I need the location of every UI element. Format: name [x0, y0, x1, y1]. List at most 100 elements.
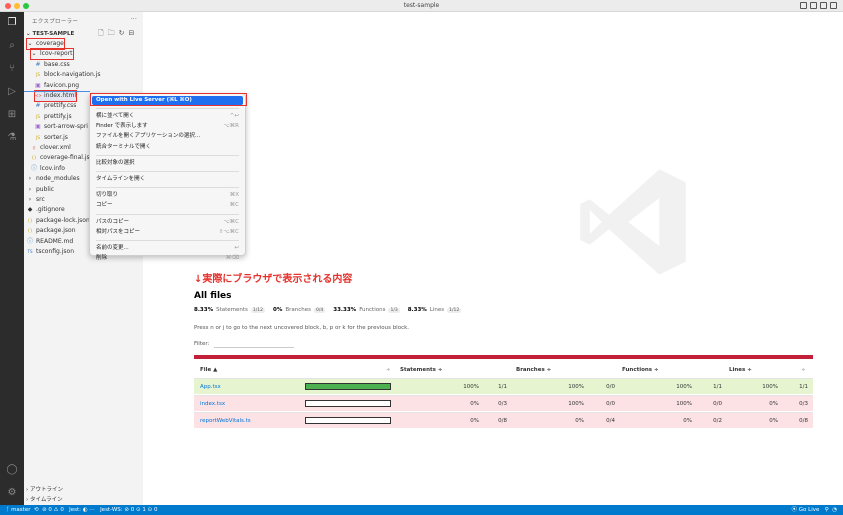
tree-item[interactable]: ▣ sort-arrow-spri [35, 122, 88, 132]
tree-item[interactable]: ⓘ lcov.info [31, 164, 65, 174]
collapse-all-icon[interactable]: ⊟ [129, 29, 135, 40]
problems-status[interactable]: ⊘ 0 ⚠ 0 [42, 507, 64, 513]
vscode-watermark-icon [580, 169, 686, 275]
more-actions-icon[interactable]: ··· [130, 15, 137, 23]
folder-icon: › [28, 175, 32, 183]
filter-input[interactable] [214, 347, 294, 348]
tree-item[interactable]: # base.css [35, 60, 69, 70]
img-icon: ▣ [35, 81, 41, 89]
menu-item[interactable]: 横に並べて開く ^↩ [96, 112, 239, 121]
run-debug-icon[interactable]: ▷ [6, 86, 18, 98]
menu-item-shortcut: ⇧⌥⌘C [218, 228, 239, 235]
toggle-panel-icon[interactable] [810, 2, 817, 9]
tree-item[interactable]: ⌄ coverage [26, 38, 65, 50]
timeline-section[interactable]: › タイムライン [26, 495, 63, 503]
col-functions[interactable]: Functions ÷ [622, 364, 659, 376]
menu-item-shortcut: ⌘⌫ [225, 255, 239, 262]
search-icon[interactable]: ⌕ [6, 40, 18, 52]
tree-item-label: src [36, 196, 45, 203]
sync-icon[interactable]: ⟲ [34, 507, 39, 513]
menu-item[interactable]: 相対パスをコピー ⇧⌥⌘C [96, 228, 239, 237]
tree-item[interactable]: ⌄ lcov-report [30, 48, 74, 61]
menu-item-shortcut: ↩ [234, 245, 239, 251]
menu-separator [96, 240, 239, 241]
col-lines-frac-sort[interactable]: ÷ [801, 364, 806, 376]
menu-item-label: 名前の変更... [96, 245, 129, 251]
menu-item[interactable]: 比較対象の選択 [96, 159, 239, 168]
new-file-icon[interactable]: 🗋 [98, 29, 104, 40]
col-coverage-sort[interactable]: ÷ [386, 364, 391, 376]
go-live-button[interactable]: ⦿ Go Live [792, 507, 820, 513]
new-folder-icon[interactable]: 🗀 [108, 29, 115, 40]
css-icon: # [35, 102, 41, 110]
menu-item[interactable]: 統合ターミナルで開く [96, 143, 239, 152]
menu-item-label: コピー [96, 202, 113, 209]
jest-ws-status[interactable]: Jest-WS: ⊘ 0 ⊙ 1 ⊙ 0 [100, 507, 157, 513]
explorer-icon[interactable]: ❐ [6, 17, 18, 29]
col-branches[interactable]: Branches ÷ [516, 364, 551, 376]
coverage-report: All files 8.33% Statements 1/12 0% Branches 0… [190, 285, 813, 437]
col-statements[interactable]: Statements ÷ [400, 364, 442, 376]
toggle-secondary-sidebar-icon[interactable] [820, 2, 827, 9]
file-link[interactable]: reportWebVitals.ts [200, 413, 251, 429]
menu-item[interactable]: タイムラインを開く [96, 175, 239, 184]
tree-item[interactable]: {} package-lock.json [27, 216, 89, 226]
tree-item[interactable]: JS block-navigation.js [35, 70, 100, 80]
menu-item[interactable]: 名前の変更... ↩ [96, 244, 239, 253]
menu-item[interactable]: Finder で表示します ⌥⌘R [96, 122, 239, 131]
col-file[interactable]: File ▲ [200, 364, 217, 376]
accounts-icon[interactable]: ◯ [6, 464, 18, 476]
stat-fraction: 1/3 [388, 308, 400, 313]
toggle-sidebar-icon[interactable] [800, 2, 807, 9]
menu-item[interactable]: パスのコピー ⌥⌘C [96, 218, 239, 227]
cell-ln-frac: 0/8 [799, 418, 808, 424]
notifications-bell-icon[interactable]: ◔ [832, 507, 837, 513]
tree-item[interactable]: › src [27, 195, 45, 205]
tree-item[interactable]: {} package.json [27, 226, 75, 236]
project-root[interactable]: ⌄ TEST-SAMPLE [26, 31, 74, 37]
jest-status[interactable]: Jest: ◐ ⋯ [69, 507, 95, 513]
tree-item[interactable]: › public [27, 185, 54, 195]
coverage-bar [305, 400, 391, 407]
tree-item[interactable]: JS sorter.js [35, 133, 68, 143]
extensions-icon[interactable]: ⊞ [6, 109, 18, 121]
tree-item-label: sort-arrow-spri [44, 123, 88, 131]
testing-icon[interactable]: ⚗ [6, 132, 18, 144]
tree-item[interactable]: JS prettify.js [35, 112, 71, 122]
tree-item[interactable]: TS tsconfig.json [27, 247, 75, 257]
menu-item-label: 削除 [96, 255, 108, 262]
source-control-icon[interactable]: ⑂ [6, 63, 18, 75]
filter-label: Filter: [194, 341, 210, 347]
menu-item[interactable]: コピー ⌘C [96, 201, 239, 210]
menu-item[interactable]: 削除 ⌘⌫ [96, 254, 239, 263]
tree-item-label: .gitignore [36, 206, 65, 214]
cell-br-frac: 0/0 [606, 384, 615, 390]
cell-ln-frac: 1/1 [799, 384, 808, 390]
menu-item[interactable]: ファイルを開くアプリケーションの選択... [96, 132, 239, 141]
tree-item[interactable]: <> index.html [34, 90, 77, 102]
tree-item[interactable]: # prettify.css [35, 101, 76, 111]
tree-item[interactable]: ◆ .gitignore [27, 205, 65, 215]
refresh-icon[interactable]: ↻ [119, 29, 125, 40]
tree-item-label: coverage-final.js [40, 154, 90, 162]
tree-item[interactable]: {} coverage-final.js [31, 153, 90, 163]
settings-gear-icon[interactable]: ⚙ [6, 487, 18, 499]
col-lines[interactable]: Lines ÷ [729, 364, 752, 376]
git-branch[interactable]: master [11, 507, 30, 513]
menu-item-shortcut: ⌥⌘R [223, 123, 239, 130]
feedback-icon[interactable]: ⚲ [825, 507, 829, 513]
file-link[interactable]: App.tsx [200, 379, 221, 395]
file-link[interactable]: index.tsx [200, 396, 225, 412]
stat-name: Branches [285, 307, 312, 313]
menu-item[interactable]: 切り取り ⌘X [96, 191, 239, 200]
menu-item-label: パスのコピー [96, 218, 130, 225]
cell-ln-pct: 0% [769, 401, 778, 407]
tree-item[interactable]: ⟨⟩ clover.xml [31, 143, 70, 153]
coverage-bar [305, 383, 391, 390]
customize-layout-icon[interactable] [830, 2, 837, 9]
cell-ln-frac: 0/3 [799, 401, 808, 407]
outline-section[interactable]: › アウトライン [26, 485, 63, 493]
tree-item[interactable]: ▣ favicon.png [35, 81, 79, 91]
tree-item[interactable]: › node_modules [27, 174, 80, 184]
tree-item[interactable]: ⓘ README.md [27, 237, 73, 247]
